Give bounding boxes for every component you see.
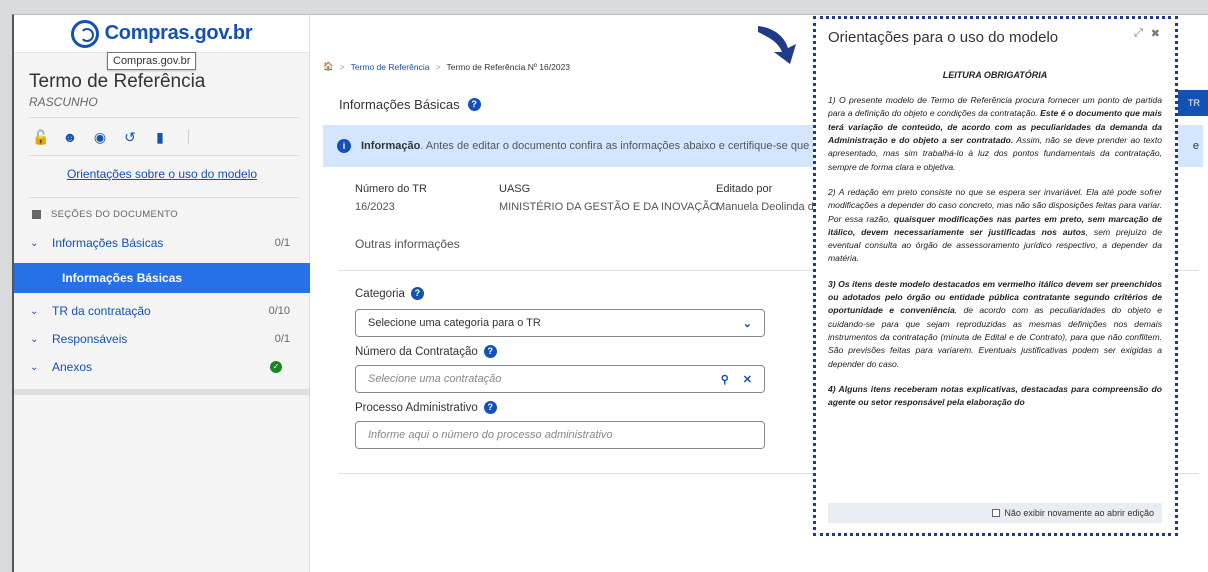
column-value: Manuela Deolinda do <box>716 201 820 213</box>
nav-anexos[interactable]: ⌄ Anexos ✓ <box>14 353 310 381</box>
expand-icon[interactable]: ⤢ <box>1134 27 1143 40</box>
input-placeholder: Selecione uma contratação <box>368 373 502 385</box>
nav-count: 0/1 <box>274 237 290 249</box>
paragraph-3: 3) Os itens deste modelo destacados em v… <box>828 278 1162 369</box>
home-icon[interactable]: 🏠 <box>323 61 334 72</box>
modal-body[interactable]: 1) O presente modelo de Termo de Referên… <box>828 94 1162 410</box>
paragraph-1: 1) O presente modelo de Termo de Referên… <box>828 95 1162 172</box>
breadcrumb-current: Termo de Referência Nº 16/2023 <box>446 61 571 72</box>
clear-icon[interactable]: ✕ <box>743 373 752 386</box>
document-toolbar: 🔓 ☻ ◉ ↺ ▮ <box>32 129 189 145</box>
help-icon[interactable]: ? <box>483 401 497 414</box>
nav-label: Responsáveis <box>52 332 128 346</box>
file-icon[interactable]: ▮ <box>152 129 168 145</box>
nav-tr-contratacao[interactable]: ⌄ TR da contratação 0/10 <box>14 297 310 325</box>
help-icon[interactable]: ? <box>483 345 497 358</box>
contratacao-input[interactable]: Selecione uma contratação ⚲ ✕ <box>355 365 765 393</box>
modal-heading: LEITURA OBRIGATÓRIA <box>942 70 1048 80</box>
sidebar: Compras.gov.br Compras.gov.br Termo de R… <box>14 15 310 572</box>
logo[interactable]: Compras.gov.br <box>14 15 309 53</box>
modal-content: ⤢ ✖ Orientações para o uso do modelo LEI… <box>828 25 1162 503</box>
dont-show-label[interactable]: Não exibir novamente ao abrir edição <box>1004 508 1154 518</box>
select-value: Selecione uma categoria para o TR <box>368 317 541 329</box>
processo-input[interactable]: Informe aqui o número do processo admini… <box>355 421 765 449</box>
annotation-arrow-icon <box>758 26 796 64</box>
divider <box>29 197 299 198</box>
page-title: Informações Básicas ? <box>339 97 481 112</box>
nav-label: Informações Básicas <box>62 271 183 285</box>
breadcrumb: 🏠 > Termo de Referência > Termo de Refer… <box>323 61 570 72</box>
lock-icon[interactable]: 🔓 <box>32 129 49 145</box>
help-icon[interactable]: ? <box>467 98 481 111</box>
sidebar-scrollbar[interactable] <box>14 389 310 395</box>
eye-icon[interactable]: ◉ <box>92 129 108 145</box>
categoria-select[interactable]: Selecione uma categoria para o TR ⌄ <box>355 309 765 337</box>
nav-count: 0/10 <box>268 305 290 317</box>
input-placeholder: Informe aqui o número do processo admini… <box>368 429 613 441</box>
chevron-down-icon: ⌄ <box>742 317 752 330</box>
section-icon <box>32 210 41 219</box>
modal-controls: ⤢ ✖ <box>1134 27 1160 40</box>
nav-subitem-informacoes-basicas[interactable]: Informações Básicas <box>14 263 310 293</box>
history-icon[interactable]: ↺ <box>122 129 138 145</box>
breadcrumb-separator: > <box>435 61 441 72</box>
nav-responsaveis[interactable]: ⌄ Responsáveis 0/1 <box>14 325 310 353</box>
sections-header-label: SEÇÕES DO DOCUMENTO <box>51 209 178 220</box>
processo-label: Processo Administrativo ? <box>355 401 497 414</box>
users-icon[interactable]: ☻ <box>62 129 78 145</box>
document-title: Termo de Referência <box>29 71 206 92</box>
info-trailing-text: e <box>1192 140 1199 152</box>
logo-text: Compras.gov.br <box>104 22 253 44</box>
nav-label: Informações Básicas <box>52 236 164 250</box>
divider <box>29 155 299 156</box>
label-text: Processo Administrativo <box>355 401 478 414</box>
document-status: RASCUNHO <box>29 95 98 109</box>
column-value: 16/2023 <box>355 201 395 213</box>
search-icon[interactable]: ⚲ <box>721 373 729 386</box>
page-title-text: Informações Básicas <box>339 97 460 112</box>
label-text: Categoria <box>355 287 405 300</box>
info-icon: i <box>337 139 351 153</box>
info-text: . Antes de editar o documento confira as… <box>420 140 834 152</box>
toolbar-separator <box>188 130 189 144</box>
nav-label: TR da contratação <box>52 304 151 318</box>
help-icon[interactable]: ? <box>410 287 424 300</box>
nav-informacoes-basicas[interactable]: ⌄ Informações Básicas 0/1 <box>14 229 310 257</box>
chevron-down-icon: ⌄ <box>30 305 39 317</box>
guide-link[interactable]: Orientações sobre o uso do modelo <box>14 167 310 181</box>
chevron-down-icon: ⌄ <box>30 361 39 373</box>
column-label: Editado por <box>716 183 773 195</box>
column-label: Número do TR <box>355 183 427 195</box>
label-text: Número da Contratação <box>355 345 478 358</box>
modal-title: Orientações para o uso do modelo <box>828 29 1059 46</box>
modal-footer: Não exibir novamente ao abrir edição <box>828 503 1162 523</box>
chevron-down-icon: ⌄ <box>30 237 39 249</box>
compras-logo-icon <box>70 19 99 48</box>
field-editado-por: Editado por Manuela Deolinda do <box>716 183 820 213</box>
field-uasg: UASG MINISTÉRIO DA GESTÃO E DA INOVAÇÃO <box>499 183 718 213</box>
contratacao-label: Número da Contratação ? <box>355 345 497 358</box>
column-value: MINISTÉRIO DA GESTÃO E DA INOVAÇÃO <box>499 201 719 213</box>
breadcrumb-item[interactable]: Termo de Referência <box>351 62 430 72</box>
paragraph-4: 4) Alguns itens receberam notas explicat… <box>828 383 1162 408</box>
check-icon: ✓ <box>270 361 282 373</box>
dont-show-checkbox[interactable] <box>992 509 1001 517</box>
close-icon[interactable]: ✖ <box>1151 27 1160 40</box>
info-bold: Informação <box>361 140 421 152</box>
outras-informacoes[interactable]: Outras informações <box>355 237 460 251</box>
paragraph-2: 2) A redação em preto consiste no que se… <box>828 186 1162 264</box>
field-numero-tr: Número do TR 16/2023 <box>355 183 427 213</box>
column-label: UASG <box>499 183 531 195</box>
tr-button[interactable]: TR <box>1178 90 1208 116</box>
nav-label: Anexos <box>52 360 93 374</box>
categoria-label: Categoria ? <box>355 287 424 300</box>
sections-header: SEÇÕES DO DOCUMENTO <box>32 209 178 220</box>
chevron-down-icon: ⌄ <box>30 333 39 345</box>
divider <box>29 117 299 118</box>
logo-tooltip: Compras.gov.br <box>107 52 197 70</box>
nav-count: 0/1 <box>274 333 290 345</box>
breadcrumb-separator: > <box>339 61 345 72</box>
guide-modal: ⤢ ✖ Orientações para o uso do modelo LEI… <box>813 16 1178 536</box>
